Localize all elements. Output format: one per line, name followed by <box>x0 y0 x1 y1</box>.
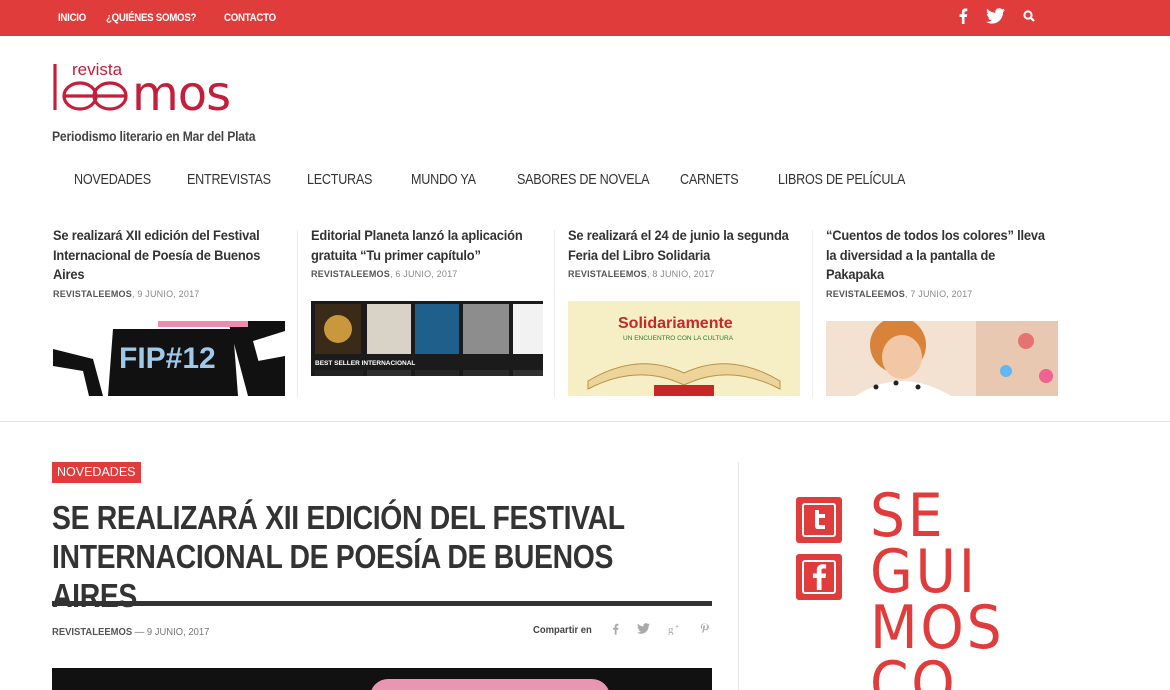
card-title[interactable]: “Cuentos de todos los colores” lleva la … <box>826 226 1056 285</box>
card-date: 8 JUNIO, 2017 <box>652 269 715 279</box>
card-date: 9 JUNIO, 2017 <box>137 288 200 299</box>
share-bar: Compartir en g + <box>533 622 710 638</box>
title-divider <box>52 601 712 606</box>
top-nav: INICIO ¿QUIÉNES SOMOS? CONTACTO <box>58 0 283 36</box>
sidebar-follow-text: SE GUI MOS CO <box>870 481 1005 690</box>
card-title[interactable]: Se realizará el 24 de junio la segunda F… <box>568 226 798 265</box>
article-author[interactable]: REVISTALEEMOS <box>52 626 132 638</box>
pinterest-icon[interactable] <box>700 623 710 638</box>
facebook-icon[interactable] <box>612 623 619 638</box>
image-graphic <box>370 679 610 690</box>
card-image[interactable] <box>826 321 1058 396</box>
nav-sabores-de-novela[interactable]: SABORES DE NOVELA <box>517 171 650 188</box>
top-nav-contacto[interactable]: CONTACTO <box>224 12 276 24</box>
top-nav-quienes-somos[interactable]: ¿QUIÉNES SOMOS? <box>106 12 196 24</box>
card-image-text: BEST SELLER INTERNACIONAL <box>315 360 415 367</box>
nav-carnets[interactable]: CARNETS <box>680 171 739 188</box>
top-bar: INICIO ¿QUIÉNES SOMOS? CONTACTO <box>0 0 1170 36</box>
nav-mundo-ya[interactable]: MUNDO YA <box>411 171 476 188</box>
top-social-icons <box>958 0 1035 36</box>
card-meta: REVISTALEEMOS, 6 JUNIO, 2017 <box>311 269 458 279</box>
main-nav: NOVEDADES ENTREVISTAS LECTURAS MUNDO YA … <box>0 171 1170 191</box>
article-title: SE REALIZARÁ XII EDICIÓN DEL FESTIVAL IN… <box>52 499 625 614</box>
share-label: Compartir en <box>533 624 592 636</box>
card-author[interactable]: REVISTALEEMOS <box>826 289 905 299</box>
card-title[interactable]: Editorial Planeta lanzó la aplicación gr… <box>311 226 541 265</box>
site-tagline: Periodismo literario en Mar del Plata <box>52 129 256 144</box>
twitter-icon[interactable] <box>637 623 651 637</box>
card-image-text: Solidariamente <box>618 315 733 332</box>
svg-text:g: g <box>668 624 674 635</box>
svg-text:+: + <box>675 624 679 631</box>
featured-card[interactable]: Se realizará el 24 de junio la segunda F… <box>554 226 800 398</box>
sidebar-twitter-button[interactable] <box>796 497 842 543</box>
nav-lecturas[interactable]: LECTURAS <box>307 171 372 188</box>
card-author[interactable]: REVISTALEEMOS <box>568 269 647 279</box>
card-author[interactable]: REVISTALEEMOS <box>311 269 390 279</box>
featured-strip: Se realizará XII edición del Festival In… <box>0 226 1170 422</box>
facebook-icon[interactable] <box>958 8 968 29</box>
card-meta: REVISTALEEMOS, 8 JUNIO, 2017 <box>568 269 715 279</box>
card-image-subtext: UN ENCUENTRO CON LA CULTURA <box>623 335 734 342</box>
article-date: 9 JUNIO, 2017 <box>146 626 210 638</box>
nav-novedades[interactable]: NOVEDADES <box>74 171 151 188</box>
card-meta: REVISTALEEMOS, 7 JUNIO, 2017 <box>826 288 973 299</box>
svg-text:mos: mos <box>132 66 230 122</box>
card-title[interactable]: Se realizará XII edición del Festival In… <box>53 226 283 285</box>
top-nav-inicio[interactable]: INICIO <box>58 12 86 24</box>
article-featured-image[interactable] <box>52 668 712 690</box>
card-author[interactable]: REVISTALEEMOS <box>53 289 132 299</box>
card-image[interactable]: FIP#12 <box>53 321 285 396</box>
nav-libros-de-pelicula[interactable]: LIBROS DE PELÍCULA <box>778 171 905 188</box>
card-image[interactable]: Solidariamente UN ENCUENTRO CON LA CULTU… <box>568 301 800 396</box>
nav-entrevistas[interactable]: ENTREVISTAS <box>187 171 271 188</box>
featured-card[interactable]: Se realizará XII edición del Festival In… <box>53 226 285 396</box>
featured-card[interactable]: Editorial Planeta lanzó la aplicación gr… <box>297 226 543 398</box>
site-logo[interactable]: revista mos <box>52 58 282 122</box>
search-icon[interactable] <box>1023 9 1035 27</box>
twitter-icon[interactable] <box>986 7 1005 29</box>
card-image[interactable]: BEST SELLER INTERNACIONAL <box>311 301 543 376</box>
sidebar-divider <box>738 462 739 690</box>
twitter-icon <box>802 503 836 537</box>
sidebar-facebook-button[interactable] <box>796 554 842 600</box>
card-date: 6 JUNIO, 2017 <box>395 269 458 279</box>
card-image-text: FIP#12 <box>119 342 216 375</box>
facebook-icon <box>802 560 836 594</box>
category-badge[interactable]: NOVEDADES <box>52 462 141 483</box>
card-date: 7 JUNIO, 2017 <box>910 288 973 299</box>
logo-small-text: revista <box>72 60 123 79</box>
featured-card[interactable]: “Cuentos de todos los colores” lleva la … <box>812 226 1058 397</box>
card-meta: REVISTALEEMOS, 9 JUNIO, 2017 <box>53 288 200 299</box>
article-meta: REVISTALEEMOS — 9 JUNIO, 2017 <box>52 626 210 638</box>
google-plus-icon[interactable]: g + <box>668 623 682 638</box>
